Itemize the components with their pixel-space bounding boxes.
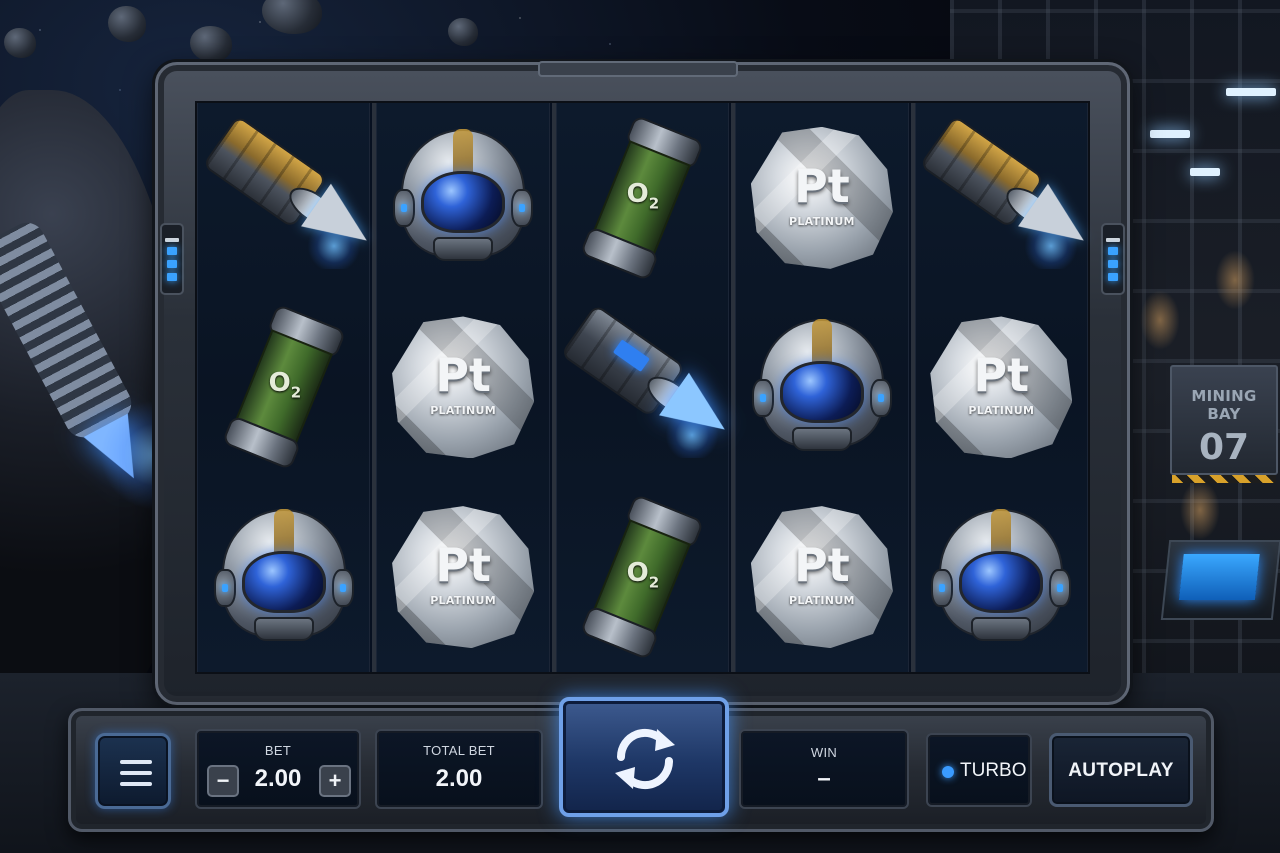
platinum-symbol: Pt (794, 538, 850, 593)
o2-label: O2 (268, 368, 301, 402)
reel-cell (198, 103, 382, 293)
oxygen-canister-icon: O2 (205, 297, 363, 477)
platinum-name: PLATINUM (788, 214, 855, 228)
reel-grid: O2 Pt PLATINUM Pt PLATINUM O2 O2 Pt PLATINUM Pt PL… (195, 101, 1099, 674)
oxygen-canister-icon: O2 (563, 108, 721, 288)
platinum-symbol: Pt (973, 348, 1030, 403)
bet-label: BET (264, 743, 292, 758)
oxygen-canister-icon: O2 (563, 487, 721, 667)
autoplay-button[interactable]: AUTOPLAY (1049, 733, 1193, 807)
station-window-glow (1180, 480, 1220, 540)
reel-cell: Pt PLATINUM (377, 482, 548, 672)
reel-1: O2 (197, 103, 382, 672)
platinum-ore-icon: Pt PLATINUM (747, 502, 897, 652)
sign-line1: MINING BAY (1191, 387, 1257, 423)
reel-3: O2 O2 (555, 103, 741, 672)
o2-label: O2 (627, 179, 660, 213)
platinum-name: PLATINUM (788, 594, 855, 608)
asteroid (190, 26, 232, 62)
astronaut-helmet-icon (393, 125, 534, 270)
control-console (1160, 540, 1280, 620)
reel-4: Pt PLATINUM Pt PLATINUM (735, 103, 909, 672)
bet-increase-button[interactable]: + (319, 765, 351, 797)
platinum-ore-icon: Pt PLATINUM (747, 123, 897, 273)
platinum-name: PLATINUM (968, 404, 1035, 418)
reel-cell (557, 293, 741, 483)
turbo-indicator-icon (942, 766, 954, 778)
control-bar: BET − 2.00 + TOTAL BET 2.00 WIN – TURBO … (68, 697, 1214, 832)
reel-cell (198, 482, 369, 672)
astronaut-helmet-icon (751, 315, 892, 460)
ceiling-light (1190, 168, 1220, 176)
station-window-glow (1215, 250, 1255, 310)
platinum-ore-icon: Pt PLATINUM (926, 312, 1076, 462)
frame-top-cap (538, 61, 738, 77)
turbo-toggle[interactable]: TURBO (926, 733, 1032, 807)
astronaut-helmet-icon (931, 505, 1072, 650)
platinum-symbol: Pt (794, 158, 850, 213)
total-bet-panel: TOTAL BET 2.00 (375, 729, 543, 809)
hamburger-line (120, 782, 152, 786)
win-value: – (817, 765, 831, 792)
reel-frame: O2 Pt PLATINUM Pt PLATINUM O2 O2 Pt PLATINUM Pt PL… (155, 61, 1130, 705)
bet-panel: BET − 2.00 + (195, 729, 361, 809)
platinum-ore-icon: Pt PLATINUM (388, 502, 538, 652)
reel-cell: Pt PLATINUM (377, 293, 548, 483)
reel-cell (916, 482, 1087, 672)
reel-cell: O2 (557, 103, 728, 293)
win-label: WIN (810, 745, 838, 760)
reel-cell (377, 103, 548, 293)
reel-5: Pt PLATINUM (914, 103, 1099, 672)
station-window-glow (1140, 290, 1180, 350)
reel-cell: O2 (557, 482, 728, 672)
mining-bay-sign: MINING BAY 07 (1170, 365, 1278, 483)
side-light-right (1101, 223, 1125, 295)
o2-label: O2 (627, 558, 660, 592)
hamburger-menu-icon (120, 760, 152, 764)
total-bet-value: 2.00 (435, 765, 483, 792)
total-bet-label: TOTAL BET (423, 743, 495, 758)
refresh-arrows-icon (615, 728, 675, 790)
reel-cell: O2 (198, 293, 369, 483)
reel-cell (736, 293, 907, 483)
asteroid (4, 28, 36, 58)
platinum-name: PLATINUM (430, 594, 496, 608)
ceiling-light (1150, 130, 1190, 138)
spin-button[interactable] (559, 697, 729, 817)
mining-drill-icon (919, 114, 1099, 273)
asteroid (448, 18, 478, 46)
reel-cell: Pt PLATINUM (736, 482, 907, 672)
sign-line2: 07 (1198, 427, 1250, 468)
ceiling-light (1226, 88, 1276, 96)
console-screen (1178, 554, 1260, 600)
autoplay-label: AUTOPLAY (1068, 760, 1174, 781)
reel-cell: Pt PLATINUM (736, 103, 907, 293)
platinum-name: PLATINUM (430, 404, 496, 418)
platinum-symbol: Pt (435, 538, 491, 593)
side-light-left (160, 223, 184, 295)
reel-2: Pt PLATINUM Pt PLATINUM (376, 103, 550, 672)
win-panel: WIN – (739, 729, 909, 809)
turbo-label: TURBO (960, 760, 1027, 781)
astronaut-helmet-icon (213, 505, 354, 650)
platinum-ore-icon: Pt PLATINUM (388, 312, 538, 462)
blue-drill-icon (560, 304, 741, 462)
asteroid (108, 6, 146, 42)
mining-drill-icon (201, 114, 382, 273)
reel-cell (916, 103, 1099, 293)
hamburger-line (120, 771, 152, 775)
platinum-symbol: Pt (435, 348, 491, 403)
menu-button[interactable] (95, 733, 171, 809)
reel-cell: Pt PLATINUM (916, 293, 1087, 483)
